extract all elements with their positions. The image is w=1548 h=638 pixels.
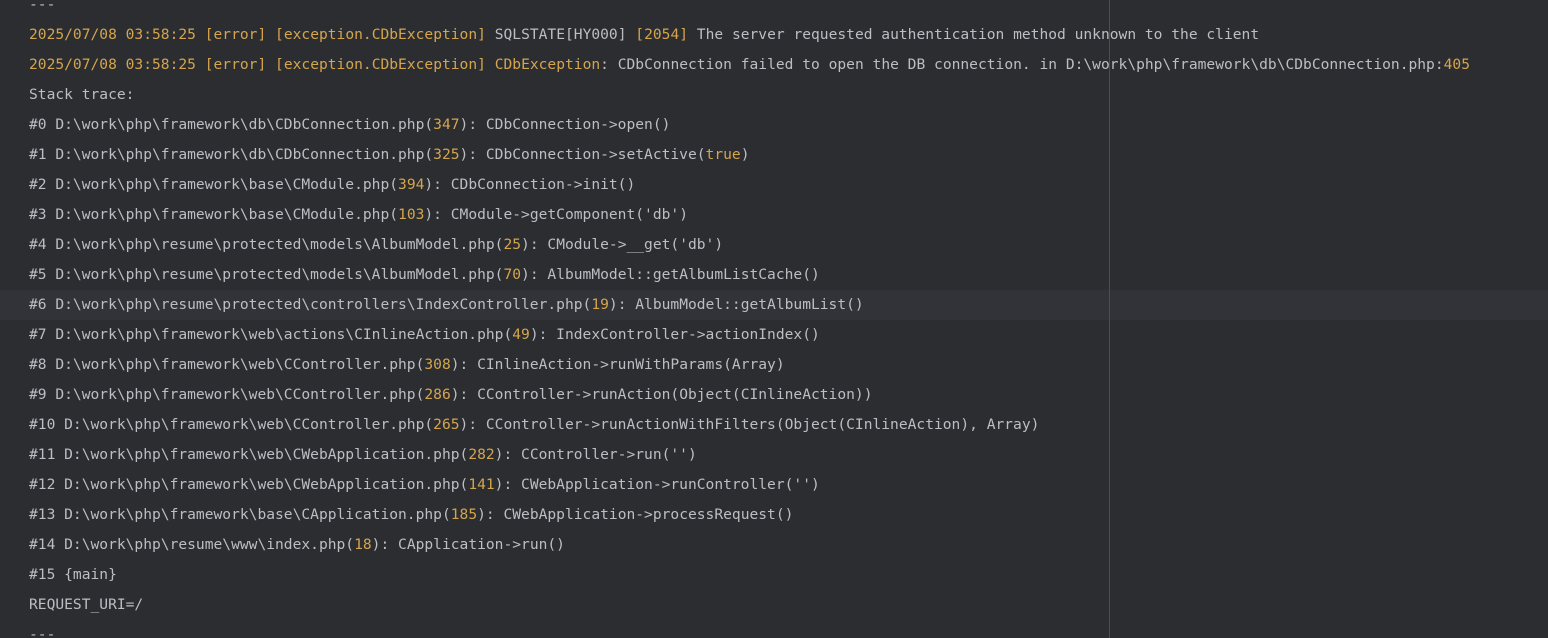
- log-text-segment: 347: [433, 116, 460, 133]
- log-text-segment: [2054]: [635, 26, 689, 43]
- log-line[interactable]: #0 D:\work\php\framework\db\CDbConnectio…: [0, 110, 1548, 140]
- log-text-segment: ---: [29, 626, 56, 638]
- log-text-segment: #5 D:\work\php\resume\protected\models\A…: [29, 266, 504, 283]
- log-line[interactable]: #4 D:\work\php\resume\protected\models\A…: [0, 230, 1548, 260]
- log-text-segment: ): CWebApplication->runController(''): [494, 476, 820, 493]
- log-text-segment: [266, 56, 275, 73]
- log-text-segment: The server requested authentication meth…: [688, 26, 1260, 43]
- log-text-segment: ): CController->runAction(Object(CInline…: [450, 386, 873, 403]
- log-text-segment: 141: [468, 476, 495, 493]
- log-text-segment: #14 D:\work\php\resume\www\index.php(: [29, 536, 355, 553]
- log-text-segment: ): CDbConnection->init(): [424, 176, 636, 193]
- log-text-segment: REQUEST_URI=/: [29, 596, 144, 613]
- log-text-segment: 394: [398, 176, 425, 193]
- log-line[interactable]: #7 D:\work\php\framework\web\actions\CIn…: [0, 320, 1548, 350]
- log-text-segment: ): [740, 146, 750, 163]
- log-text-segment: [exception.CDbException]: [275, 26, 486, 43]
- log-line[interactable]: #5 D:\work\php\resume\protected\models\A…: [0, 260, 1548, 290]
- log-text-segment: 185: [450, 506, 478, 523]
- log-line[interactable]: #14 D:\work\php\resume\www\index.php(18)…: [0, 530, 1548, 560]
- log-text-segment: [196, 26, 205, 43]
- log-text-segment: CDbException: [494, 56, 601, 73]
- log-line[interactable]: #8 D:\work\php\framework\web\CController…: [0, 350, 1548, 380]
- log-text-segment: Stack trace:: [29, 86, 135, 103]
- log-text-segment: 2025/07/08 03:58:25: [29, 56, 196, 73]
- log-text-segment: [196, 56, 205, 73]
- log-line[interactable]: #3 D:\work\php\framework\base\CModule.ph…: [0, 200, 1548, 230]
- log-text-segment: SQLSTATE[HY000]: [485, 26, 636, 43]
- log-text-segment: ): CController->runActionWithFilters(Obj…: [459, 416, 1040, 433]
- log-text-segment: 286: [424, 386, 451, 403]
- log-text-segment: #3 D:\work\php\framework\base\CModule.ph…: [29, 206, 399, 223]
- log-text-segment: ): CApplication->run(): [371, 536, 565, 553]
- log-text-segment: #13 D:\work\php\framework\base\CApplicat…: [29, 506, 451, 523]
- log-text-segment: [error]: [204, 56, 267, 73]
- log-line[interactable]: Stack trace:: [0, 80, 1548, 110]
- log-text-segment: 405: [1443, 56, 1470, 73]
- log-text-segment: 19: [591, 296, 609, 313]
- log-text-segment: ): IndexController->actionIndex(): [529, 326, 820, 343]
- log-text-segment: 103: [398, 206, 425, 223]
- log-text-segment: true: [705, 146, 741, 163]
- log-text-segment: ): CModule->getComponent('db'): [424, 206, 688, 223]
- log-text-segment: 325: [433, 146, 460, 163]
- log-text-segment: [exception.CDbException]: [275, 56, 486, 73]
- log-text-segment: ): AlbumModel::getAlbumListCache(): [521, 266, 820, 283]
- log-line[interactable]: ---: [0, 0, 1548, 20]
- log-text-segment: : CDbConnection failed to open the DB co…: [600, 56, 1444, 73]
- log-text-segment: #9 D:\work\php\framework\web\CController…: [29, 386, 425, 403]
- log-line[interactable]: #13 D:\work\php\framework\base\CApplicat…: [0, 500, 1548, 530]
- log-line[interactable]: #10 D:\work\php\framework\web\CControlle…: [0, 410, 1548, 440]
- log-text-segment: #2 D:\work\php\framework\base\CModule.ph…: [29, 176, 399, 193]
- log-text-segment: 282: [468, 446, 495, 463]
- log-text-segment: #11 D:\work\php\framework\web\CWebApplic…: [29, 446, 469, 463]
- log-text-segment: 308: [424, 356, 451, 373]
- log-text-segment: #15 {main}: [29, 566, 117, 583]
- log-line[interactable]: 2025/07/08 03:58:25 [error] [exception.C…: [0, 20, 1548, 50]
- log-text-segment: ---: [29, 0, 56, 13]
- log-line[interactable]: REQUEST_URI=/: [0, 590, 1548, 620]
- log-line[interactable]: #2 D:\work\php\framework\base\CModule.ph…: [0, 170, 1548, 200]
- log-text-segment: ): CDbConnection->open(): [459, 116, 671, 133]
- log-line[interactable]: #11 D:\work\php\framework\web\CWebApplic…: [0, 440, 1548, 470]
- log-text-segment: #4 D:\work\php\resume\protected\models\A…: [29, 236, 504, 253]
- log-text-segment: ): CDbConnection->setActive(: [459, 146, 706, 163]
- log-line[interactable]: #1 D:\work\php\framework\db\CDbConnectio…: [0, 140, 1548, 170]
- log-text-segment: #8 D:\work\php\framework\web\CController…: [29, 356, 425, 373]
- log-text-segment: 49: [512, 326, 530, 343]
- log-text-segment: ): CController->run(''): [494, 446, 697, 463]
- log-text-segment: #12 D:\work\php\framework\web\CWebApplic…: [29, 476, 469, 493]
- log-text-segment: ): AlbumModel::getAlbumList(): [608, 296, 864, 313]
- log-text-segment: 265: [433, 416, 460, 433]
- log-line[interactable]: #15 {main}: [0, 560, 1548, 590]
- log-line[interactable]: 2025/07/08 03:58:25 [error] [exception.C…: [0, 50, 1548, 80]
- log-text-segment: ): CInlineAction->runWithParams(Array): [450, 356, 785, 373]
- log-text-segment: #10 D:\work\php\framework\web\CControlle…: [29, 416, 434, 433]
- log-text-segment: 70: [503, 266, 522, 283]
- log-text-segment: #6 D:\work\php\resume\protected\controll…: [29, 296, 592, 313]
- log-text-segment: 25: [503, 236, 522, 253]
- log-line[interactable]: #6 D:\work\php\resume\protected\controll…: [0, 290, 1548, 320]
- log-text-segment: ): CModule->__get('db'): [521, 236, 724, 253]
- log-text-segment: [error]: [204, 26, 267, 43]
- log-text-segment: ): CWebApplication->processRequest(): [477, 506, 794, 523]
- log-text-segment: 18: [354, 536, 372, 553]
- right-margin-guide: [1109, 0, 1110, 638]
- log-text-segment: [486, 56, 495, 73]
- log-text-segment: #1 D:\work\php\framework\db\CDbConnectio…: [29, 146, 434, 163]
- log-line[interactable]: #9 D:\work\php\framework\web\CController…: [0, 380, 1548, 410]
- log-text-segment: #7 D:\work\php\framework\web\actions\CIn…: [29, 326, 513, 343]
- log-line[interactable]: #12 D:\work\php\framework\web\CWebApplic…: [0, 470, 1548, 500]
- log-text-segment: #0 D:\work\php\framework\db\CDbConnectio…: [29, 116, 434, 133]
- log-line[interactable]: ---: [0, 620, 1548, 638]
- log-editor[interactable]: --- 2025/07/08 03:58:25 [error] [exceptio…: [0, 0, 1548, 638]
- log-text-segment: 2025/07/08 03:58:25: [29, 26, 196, 43]
- log-text-segment: [266, 26, 275, 43]
